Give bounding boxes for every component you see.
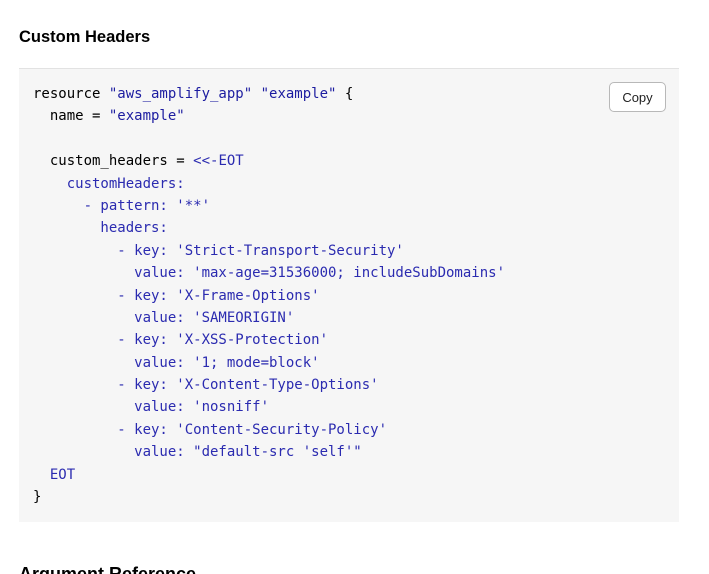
code-token: value: 'SAMEORIGIN' (33, 309, 295, 326)
code-line: value: 'max-age=31536000; includeSubDoma… (33, 262, 505, 284)
code-token: "example" (108, 108, 185, 125)
code-line: name = "example" (33, 105, 505, 127)
code-token: value: "default-src 'self'" (33, 444, 362, 461)
code-token: EOT (33, 466, 76, 483)
code-token: - key: 'Content-Security-Policy' (33, 421, 388, 438)
code-token: - key: 'Strict-Transport-Security' (33, 242, 404, 259)
code-token: "aws_amplify_app" (108, 86, 253, 102)
section-title-argument-reference: Argument Reference (19, 564, 197, 574)
code-line: customHeaders: (33, 173, 505, 195)
code-token: - key: 'X-Frame-Options' (33, 287, 320, 304)
code-token: { (336, 86, 354, 102)
code-line: - key: 'Strict-Transport-Security' (33, 240, 505, 262)
copy-button[interactable]: Copy (609, 82, 666, 112)
code-token: - pattern: '**' (33, 197, 211, 214)
code-line: - key: 'X-Frame-Options' (33, 285, 505, 307)
code-token: - key: 'X-Content-Type-Options' (33, 377, 379, 394)
code-line: value: 'SAMEORIGIN' (33, 307, 505, 329)
code-line: - key: 'Content-Security-Policy' (33, 419, 505, 441)
code-token: custom_headers = (33, 153, 194, 170)
code-line: value: '1; mode=block' (33, 352, 505, 374)
code-token: - key: 'X-XSS-Protection' (33, 332, 329, 349)
code-block: resource "aws_amplify_app" "example" { n… (19, 68, 679, 522)
code-line: - key: 'X-XSS-Protection' (33, 329, 505, 351)
code-line: - key: 'X-Content-Type-Options' (33, 374, 505, 396)
code-token: value: 'nosniff' (33, 399, 270, 416)
code-token: "example" (260, 86, 337, 102)
section-title-custom-headers: Custom Headers (19, 28, 151, 46)
code-token: customHeaders: (33, 175, 185, 192)
code-line: value: 'nosniff' (33, 396, 505, 418)
code-line: } (33, 486, 505, 508)
code-token: headers: (33, 220, 168, 237)
code-token: <<-EOT (193, 153, 244, 170)
code-line: - pattern: '**' (33, 195, 505, 217)
code-line: EOT (33, 464, 505, 486)
code-line: custom_headers = <<-EOT (33, 150, 505, 172)
code-token: resource (33, 86, 109, 102)
code-token: } (33, 489, 42, 506)
code-token: name = (33, 108, 109, 125)
code-content: resource "aws_amplify_app" "example" { n… (33, 83, 505, 508)
code-line: headers: (33, 217, 505, 239)
code-line: value: "default-src 'self'" (33, 441, 505, 463)
code-token: value: 'max-age=31536000; includeSubDoma… (33, 265, 506, 282)
code-line: resource "aws_amplify_app" "example" { (33, 83, 505, 105)
code-token: value: '1; mode=block' (33, 354, 320, 371)
